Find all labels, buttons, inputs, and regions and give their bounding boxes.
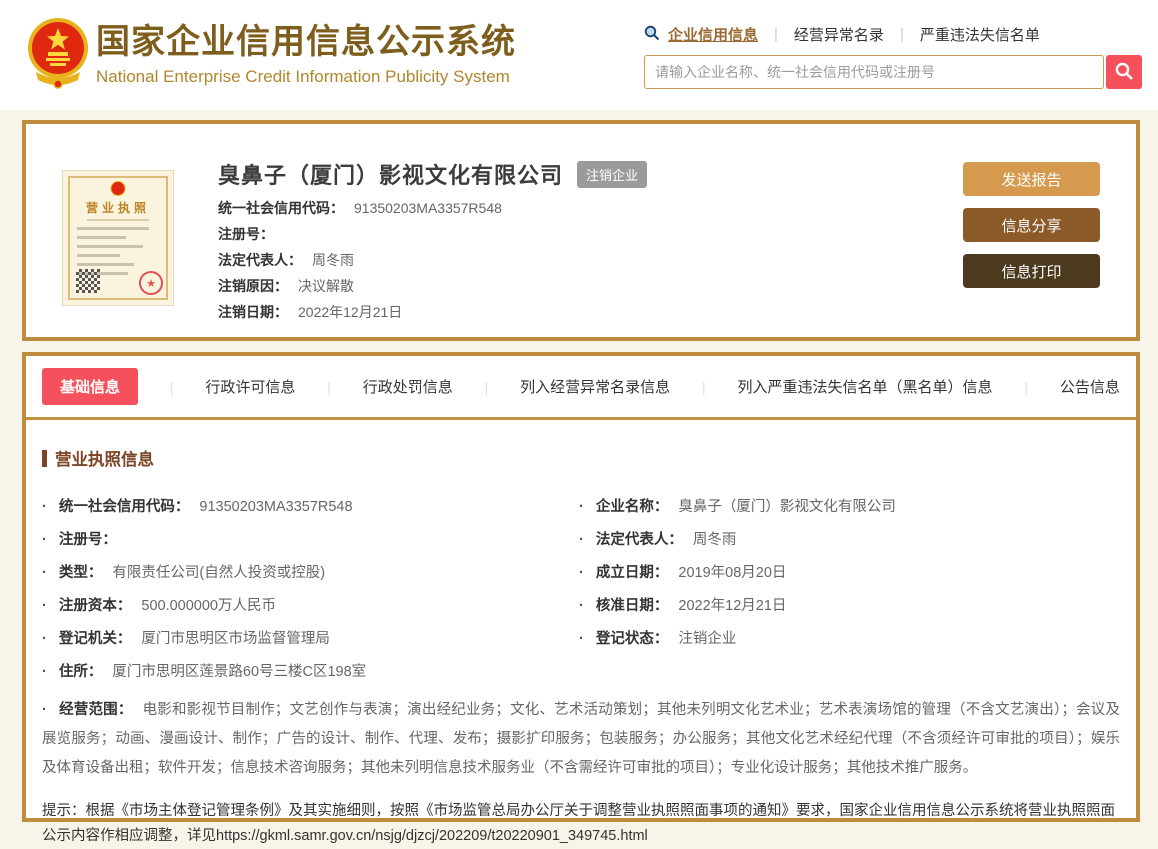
tab-separator: | (484, 378, 489, 395)
company-summary-card: 营业执照 ★ 臭鼻子（厦门）影视文化有限公司 注销企业 统一社会信用代码： 913… (22, 120, 1140, 341)
search-icon (644, 25, 660, 45)
nav-link-abnormal-operations[interactable]: 经营异常名录 (794, 24, 884, 45)
nav-separator: | (899, 26, 904, 43)
tab-separator: | (327, 378, 331, 395)
field-registration-authority: 登记机关：厦门市思明区市场监督管理局 (42, 622, 559, 655)
tab-separator: | (169, 378, 174, 395)
business-license-thumbnail: 营业执照 ★ (62, 170, 174, 306)
detail-card: 基础信息 | 行政许可信息 | 行政处罚信息 | 列入经营异常名录信息 | 列入… (22, 352, 1140, 844)
tab-admin-license[interactable]: 行政许可信息 (205, 376, 295, 397)
field-company-name: 企业名称：臭鼻子（厦门）影视文化有限公司 (579, 490, 1120, 523)
detail-right-column: 企业名称：臭鼻子（厦门）影视文化有限公司 法定代表人：周冬雨 成立日期：2019… (579, 490, 1120, 688)
site-title: 国家企业信用信息公示系统 (96, 23, 516, 61)
red-seal-icon: ★ (139, 271, 163, 295)
nav-link-enterprise-credit[interactable]: 企业信用信息 (668, 24, 758, 45)
field-address: 住所：厦门市思明区莲景路60号三楼C区198室 (42, 655, 559, 688)
search-type-nav: 企业信用信息 | 经营异常名录 | 严重违法失信名单 (644, 24, 1142, 45)
tab-announcements[interactable]: 公告信息 (1060, 376, 1120, 397)
field-registration-status: 登记状态：注销企业 (579, 622, 1120, 655)
license-emblem-icon (110, 181, 126, 196)
share-info-button[interactable]: 信息分享 (963, 208, 1100, 242)
detail-left-column: 统一社会信用代码：91350203MA3357R548 注册号： 类型：有限责任… (42, 490, 559, 688)
site-subtitle: National Enterprise Credit Information P… (96, 67, 510, 86)
summary-field-cancel-date: 注销日期： 2022年12月21日 (218, 304, 403, 320)
nav-separator: | (774, 26, 778, 43)
tab-abnormal-list[interactable]: 列入经营异常名录信息 (520, 376, 670, 397)
field-approval-date: 核准日期：2022年12月21日 (579, 589, 1120, 622)
search-input[interactable] (644, 55, 1104, 89)
field-establish-date: 成立日期：2019年08月20日 (579, 556, 1120, 589)
section-marker (42, 449, 47, 467)
status-badge: 注销企业 (577, 160, 648, 188)
tab-separator: | (1024, 378, 1029, 395)
send-report-button[interactable]: 发送报告 (963, 162, 1100, 196)
tab-admin-penalty[interactable]: 行政处罚信息 (363, 376, 453, 397)
national-emblem-logo (26, 16, 90, 92)
field-company-type: 类型：有限责任公司(自然人投资或控股) (42, 556, 559, 589)
summary-field-reg-number: 注册号： (218, 226, 274, 242)
summary-field-cancel-reason: 注销原因： 决议解散 (218, 278, 354, 294)
field-business-scope: 经营范围：电影和影视节目制作；文艺创作与表演；演出经纪业务；文化、艺术活动策划；… (42, 696, 1120, 783)
qr-code (76, 269, 100, 293)
tab-basic-info[interactable]: 基础信息 (42, 368, 139, 405)
license-title: 营业执照 (85, 201, 150, 215)
print-info-button[interactable]: 信息打印 (963, 254, 1100, 288)
field-credit-code: 统一社会信用代码：91350203MA3357R548 (42, 490, 559, 523)
license-subline (87, 219, 149, 221)
summary-field-credit-code: 统一社会信用代码： 91350203MA3357R548 (218, 200, 502, 216)
field-legal-rep: 法定代表人：周冬雨 (579, 523, 1120, 556)
section-title-license-info: 营业执照信息 (42, 446, 1120, 470)
search-icon (1114, 61, 1134, 84)
tab-separator: | (702, 378, 706, 395)
company-name: 臭鼻子（厦门）影视文化有限公司 (218, 163, 564, 188)
adjustment-notice-text: 提示：根据《市场主体登记管理条例》及其实施细则，按照《市场监管总局办公厅关于调整… (42, 803, 1115, 844)
nav-link-serious-violation[interactable]: 严重违法失信名单 (920, 24, 1040, 45)
search-button[interactable] (1106, 55, 1142, 89)
tab-bar: 基础信息 | 行政许可信息 | 行政处罚信息 | 列入经营异常名录信息 | 列入… (26, 356, 1136, 420)
field-reg-number: 注册号： (42, 523, 559, 556)
summary-field-legal-rep: 法定代表人： 周冬雨 (218, 252, 354, 268)
field-registered-capital: 注册资本：500.000000万人民币 (42, 589, 559, 622)
tab-blacklist[interactable]: 列入严重违法失信名单（黑名单）信息 (738, 376, 993, 397)
site-header: 国家企业信用信息公示系统 National Enterprise Credit … (0, 0, 1158, 110)
